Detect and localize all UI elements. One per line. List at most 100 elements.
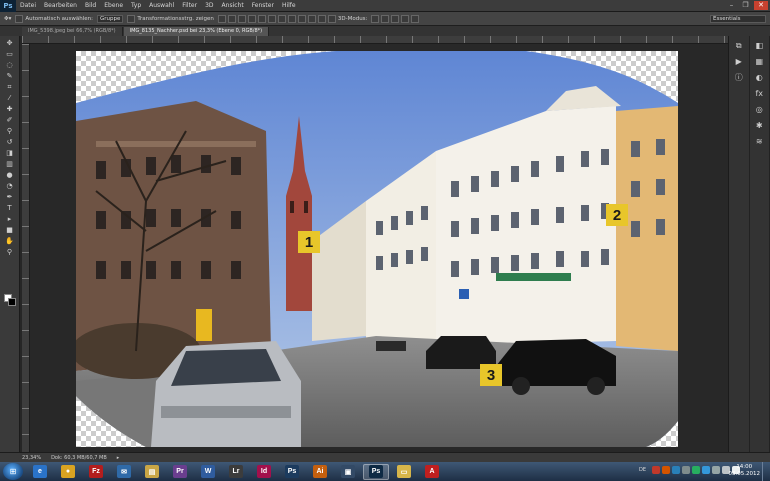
menu-datei[interactable]: Datei [20,2,36,9]
move-tool-icon[interactable]: ✥▾ [4,16,11,22]
menu-typ[interactable]: Typ [131,2,141,9]
history-panel-icon[interactable]: ⧉ [732,40,745,51]
align-bottom-icon[interactable] [237,14,246,23]
menu-ebene[interactable]: Ebene [104,2,123,9]
taskbar-ie[interactable]: e [27,464,53,480]
history-brush-tool-icon[interactable]: ↺ [4,138,16,147]
menu-hilfe[interactable]: Hilfe [282,2,296,9]
3d-roll-icon[interactable] [381,14,390,23]
move-tool-icon[interactable]: ✥ [4,39,16,48]
brush-tool-icon[interactable]: ✐ [4,116,16,125]
styles-panel-icon[interactable]: fx [753,88,766,99]
clone-stamp-tool-icon[interactable]: ⚲ [4,127,16,136]
auto-select-checkbox[interactable] [15,14,24,23]
tab-img-5398[interactable]: IMG_5398.jpeg bei 66,7% (RGB/8*) [22,27,123,36]
blur-tool-icon[interactable]: ● [4,171,16,180]
status-menu-arrow-icon[interactable]: ▸ [117,455,120,461]
taskbar-explorer[interactable]: ▤ [139,464,165,480]
taskbar-lightroom[interactable]: Lr [223,464,249,480]
tray-dropbox-icon[interactable] [702,466,710,474]
distribute-center-icon[interactable] [317,14,326,23]
info-panel-icon[interactable]: ⓘ [732,72,745,83]
show-desktop-button[interactable] [762,462,770,481]
acrobat-icon: A [425,465,439,478]
3d-pan-icon[interactable] [391,14,400,23]
tray-shield-icon[interactable] [692,466,700,474]
gradient-tool-icon[interactable]: ▥ [4,160,16,169]
menu-auswahl[interactable]: Auswahl [149,2,174,9]
distribute-left-icon[interactable] [307,14,316,23]
pen-tool-icon[interactable]: ✒ [4,193,16,202]
distribute-top-icon[interactable] [277,14,286,23]
menu-ansicht[interactable]: Ansicht [222,2,244,9]
adjustments-panel-icon[interactable]: ◐ [753,72,766,83]
minimize-button[interactable]: – [726,1,737,10]
tray-cloud-icon[interactable] [672,466,680,474]
eyedropper-tool-icon[interactable]: ⁄ [4,94,16,103]
tray-antivirus-icon[interactable] [662,466,670,474]
swatches-panel-icon[interactable]: ▦ [753,56,766,67]
zoom-level[interactable]: 23,34% [22,455,41,461]
taskbar-filezilla[interactable]: Fz [83,464,109,480]
transform-controls-checkbox[interactable] [127,14,136,23]
distribute-bottom-icon[interactable] [297,14,306,23]
type-tool-icon[interactable]: T [4,204,16,213]
layers-panel-icon[interactable]: ≋ [753,136,766,147]
document-canvas[interactable]: 1 2 3 [76,51,678,447]
marquee-tool-icon[interactable]: ▭ [4,50,16,59]
crop-tool-icon[interactable]: ⌗ [4,83,16,92]
workspace-dropdown[interactable]: Essentials [710,15,766,23]
menu-3d[interactable]: 3D [205,2,213,9]
dodge-tool-icon[interactable]: ◔ [4,182,16,191]
taskbar-bridge[interactable]: ▣ [335,464,361,480]
tray-mail-icon[interactable] [652,466,660,474]
align-middle-icon[interactable] [227,14,236,23]
paths-panel-icon[interactable]: ✱ [753,120,766,131]
language-indicator[interactable]: DE [639,467,646,473]
distribute-middle-icon[interactable] [287,14,296,23]
start-button[interactable]: ⊞ [3,463,23,480]
taskbar-photoshop-2[interactable]: Ps [279,464,305,480]
taskbar-illustrator[interactable]: Ai [307,464,333,480]
distribute-right-icon[interactable] [327,14,336,23]
system-clock[interactable]: 14:00 03.05.2012 [729,464,761,478]
auto-select-dropdown[interactable]: Gruppe [97,14,124,23]
align-right-icon[interactable] [267,14,276,23]
restore-button[interactable]: ❐ [740,1,751,10]
taskbar-premiere[interactable]: Pr [167,464,193,480]
align-top-icon[interactable] [217,14,226,23]
background-color-swatch[interactable] [8,298,16,306]
align-center-icon[interactable] [257,14,266,23]
taskbar-indesign[interactable]: Id [251,464,277,480]
menu-filter[interactable]: Filter [182,2,197,9]
3d-slide-icon[interactable] [401,14,410,23]
taskbar-thunderbird[interactable]: ✉ [111,464,137,480]
align-left-icon[interactable] [247,14,256,23]
actions-panel-icon[interactable]: ▶ [732,56,745,67]
quick-select-tool-icon[interactable]: ✎ [4,72,16,81]
canvas-area[interactable]: 1 2 3 [30,44,728,452]
tray-flag-icon[interactable] [712,466,720,474]
hand-tool-icon[interactable]: ✋ [4,237,16,246]
taskbar-acrobat[interactable]: A [419,464,445,480]
menu-bearbeiten[interactable]: Bearbeiten [44,2,77,9]
path-select-tool-icon[interactable]: ▸ [4,215,16,224]
masks-panel-icon[interactable]: ◎ [753,104,766,115]
eraser-tool-icon[interactable]: ◨ [4,149,16,158]
tab-img-8135[interactable]: IMG_8135_Nachher.psd bei 23,3% (Ebene 0,… [123,27,270,36]
taskbar-photoshop[interactable]: Ps [363,463,389,480]
3d-scale-icon[interactable] [411,14,420,23]
lasso-tool-icon[interactable]: ◌ [4,61,16,70]
tray-sync-icon[interactable] [682,466,690,474]
taskbar-chrome[interactable]: ● [55,464,81,480]
zoom-tool-icon[interactable]: ⚲ [4,248,16,257]
healing-brush-tool-icon[interactable]: ✚ [4,105,16,114]
3d-rotate-icon[interactable] [371,14,380,23]
color-panel-icon[interactable]: ◧ [753,40,766,51]
shape-tool-icon[interactable]: ■ [4,226,16,235]
menu-bild[interactable]: Bild [85,2,96,9]
close-button[interactable]: ✕ [754,1,768,10]
menu-fenster[interactable]: Fenster [252,2,274,9]
taskbar-word[interactable]: W [195,464,221,480]
taskbar-folder[interactable]: ▭ [391,464,417,480]
